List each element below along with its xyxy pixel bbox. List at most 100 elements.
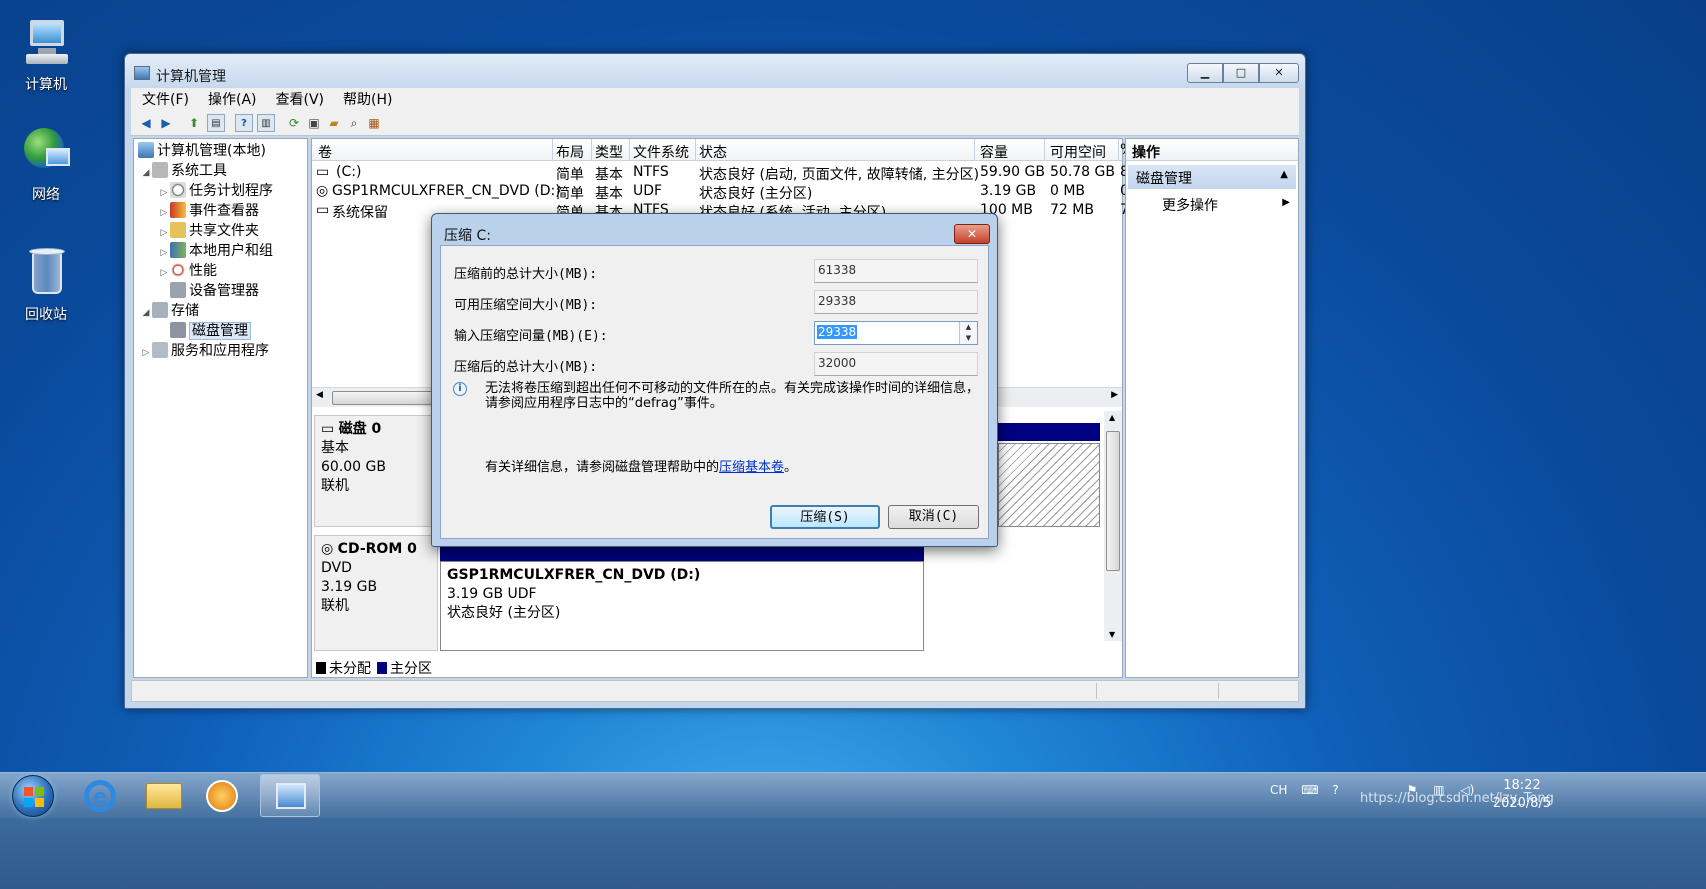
tree-item-services-apps[interactable]: ▷ 服务和应用程序 bbox=[140, 341, 269, 361]
volume-row[interactable]: ▭ (C:) 简单 基本 NTFS 状态良好 (启动, 页面文件, 故障转储, … bbox=[312, 163, 1129, 183]
expander-icon[interactable]: ▷ bbox=[140, 343, 152, 363]
taskbar-computer-management[interactable] bbox=[260, 774, 320, 817]
tree-item-local-users[interactable]: ▷ 本地用户和组 bbox=[158, 241, 273, 261]
volume-row[interactable]: ◎ GSP1RMCULXFRER_CN_DVD (D:) 简单 基本 UDF 状… bbox=[312, 182, 1129, 202]
up-folder-icon[interactable]: ⬆ bbox=[185, 114, 203, 132]
menu-action[interactable]: 操作(A) bbox=[197, 89, 265, 109]
taskbar-explorer[interactable] bbox=[134, 774, 194, 817]
keyboard-icon[interactable]: ⌨ bbox=[1301, 783, 1318, 797]
minimize-button[interactable]: ▁ bbox=[1187, 63, 1223, 83]
taskbar-internet-explorer[interactable]: e bbox=[70, 774, 130, 817]
shrink-amount-label: 输入压缩空间量(MB)(E): bbox=[454, 329, 608, 344]
scroll-up-icon[interactable]: ▲ bbox=[1109, 413, 1115, 422]
disk-type: DVD bbox=[321, 560, 352, 576]
tree-root[interactable]: 计算机管理(本地) bbox=[138, 141, 266, 161]
shrink-dialog: 压缩 C: ✕ 压缩前的总计大小(MB): 61338 可用压缩空间大小(MB)… bbox=[431, 213, 998, 547]
show-hide-tree-icon[interactable]: ▤ bbox=[207, 114, 225, 132]
taskbar: e CH ⌨ ? ⚑ ▥ ◁) https://blog.csdn.net/lz… bbox=[0, 772, 1706, 889]
column-header-capacity[interactable]: 容量 bbox=[980, 142, 1008, 162]
tree-item-storage[interactable]: ◢ 存储 bbox=[140, 301, 199, 321]
taskbar-media-player[interactable] bbox=[192, 774, 252, 817]
open-folder-icon[interactable]: ▰ bbox=[325, 114, 343, 132]
show-hide-action-pane-icon[interactable]: ▥ bbox=[257, 114, 275, 132]
forward-arrow-icon[interactable]: ▶ bbox=[157, 114, 175, 132]
language-indicator[interactable]: CH bbox=[1270, 783, 1287, 797]
legend-swatch-primary bbox=[377, 662, 387, 674]
tree-root-label: 计算机管理(本地) bbox=[157, 143, 266, 159]
desktop-icon-recycle-bin[interactable]: 回收站 bbox=[4, 246, 88, 324]
legend-swatch-unallocated bbox=[316, 662, 326, 674]
tree-item-label: 性能 bbox=[189, 263, 217, 279]
help-icon[interactable]: ? bbox=[235, 114, 253, 132]
volume-type: 基本 bbox=[595, 167, 623, 183]
collapse-icon[interactable]: ▲ bbox=[1280, 169, 1288, 180]
cancel-button[interactable]: 取消(C) bbox=[888, 505, 979, 529]
vertical-scrollbar[interactable]: ▲ ▼ bbox=[1104, 411, 1122, 641]
disk-0-partition-c[interactable] bbox=[998, 443, 1100, 527]
clock-time: 18:22 bbox=[1503, 778, 1541, 793]
column-header-layout[interactable]: 布局 bbox=[556, 142, 584, 162]
start-button[interactable] bbox=[12, 775, 54, 817]
expander-icon[interactable]: ▷ bbox=[158, 223, 170, 243]
actions-section-disk-management[interactable]: 磁盘管理 ▲ bbox=[1128, 165, 1296, 189]
scroll-thumb[interactable] bbox=[332, 391, 442, 405]
scroll-thumb[interactable] bbox=[1106, 431, 1120, 571]
scroll-right-icon[interactable]: ▶ bbox=[1111, 390, 1118, 400]
scroll-down-icon[interactable]: ▼ bbox=[1109, 630, 1115, 639]
title-bar[interactable]: 计算机管理 ▁ □ ✕ bbox=[125, 54, 1305, 88]
desktop-icon-network[interactable]: 网络 bbox=[4, 126, 88, 204]
search-icon[interactable]: ⌕ bbox=[345, 114, 363, 132]
expander-icon[interactable]: ◢ bbox=[140, 303, 152, 323]
maximize-button[interactable]: □ bbox=[1223, 63, 1259, 83]
shrink-button[interactable]: 压缩(S) bbox=[770, 505, 880, 529]
spin-up-icon[interactable]: ▲ bbox=[960, 322, 977, 333]
expander-icon[interactable]: ◢ bbox=[140, 163, 152, 183]
storage-icon bbox=[152, 302, 168, 318]
volume-type: 基本 bbox=[595, 186, 623, 202]
recycle-bin-icon bbox=[20, 246, 72, 298]
cdrom-0-label[interactable]: ◎ CD-ROM 0 DVD 3.19 GB 联机 bbox=[314, 535, 438, 651]
spin-down-icon[interactable]: ▼ bbox=[960, 333, 977, 344]
shrink-amount-value[interactable]: 29338 bbox=[817, 325, 858, 339]
menu-file[interactable]: 文件(F) bbox=[131, 89, 197, 109]
expander-icon[interactable]: ▷ bbox=[158, 263, 170, 283]
column-header-volume[interactable]: 卷 bbox=[318, 142, 332, 162]
volume-name: (C:) bbox=[336, 164, 362, 180]
tree-item-task-scheduler[interactable]: ▷ 任务计划程序 bbox=[158, 181, 273, 201]
desktop-icon-label: 网络 bbox=[32, 187, 60, 203]
clock[interactable]: 18:22 2020/8/5 bbox=[1482, 777, 1562, 813]
close-button[interactable]: ✕ bbox=[1259, 63, 1299, 83]
tree-item-shared-folders[interactable]: ▷ 共享文件夹 bbox=[158, 221, 259, 241]
media-player-icon bbox=[206, 780, 238, 812]
column-header-status[interactable]: 状态 bbox=[699, 142, 727, 162]
column-header-type[interactable]: 类型 bbox=[595, 142, 623, 162]
column-header-filesystem[interactable]: 文件系统 bbox=[633, 142, 689, 162]
menu-help[interactable]: 帮助(H) bbox=[332, 89, 400, 109]
tree-item-performance[interactable]: ▷ 性能 bbox=[158, 261, 217, 281]
expander-icon[interactable]: ▷ bbox=[158, 203, 170, 223]
menu-view[interactable]: 查看(V) bbox=[265, 89, 333, 109]
tree-item-system-tools[interactable]: ◢ 系统工具 bbox=[140, 161, 227, 181]
refresh-icon[interactable]: ⟳ bbox=[285, 114, 303, 132]
help-icon[interactable]: ? bbox=[1332, 783, 1338, 797]
desktop-icon-computer[interactable]: 计算机 bbox=[4, 16, 88, 94]
disk-properties-icon[interactable]: ▦ bbox=[365, 114, 383, 132]
more-actions-link[interactable]: 更多操作 bbox=[1162, 195, 1218, 215]
properties-icon[interactable]: ▣ bbox=[305, 114, 323, 132]
shrink-amount-spinner[interactable]: ▲ ▼ bbox=[959, 322, 977, 344]
dialog-close-button[interactable]: ✕ bbox=[954, 224, 990, 244]
scroll-left-icon[interactable]: ◀ bbox=[316, 390, 323, 400]
cdrom-partition[interactable]: GSP1RMCULXFRER_CN_DVD (D:) 3.19 GB UDF 状… bbox=[440, 561, 924, 651]
partition-name: GSP1RMCULXFRER_CN_DVD (D:) bbox=[447, 567, 701, 583]
expander-icon[interactable]: ▷ bbox=[158, 183, 170, 203]
shrink-basic-volume-link[interactable]: 压缩基本卷 bbox=[719, 460, 784, 475]
back-arrow-icon[interactable]: ◀ bbox=[137, 114, 155, 132]
disk-0-label[interactable]: ▭ 磁盘 0 基本 60.00 GB 联机 bbox=[314, 415, 438, 527]
tree-item-disk-management[interactable]: 磁盘管理 bbox=[158, 321, 251, 341]
tree-item-event-viewer[interactable]: ▷ 事件查看器 bbox=[158, 201, 259, 221]
tree-item-device-manager[interactable]: 设备管理器 bbox=[158, 281, 259, 301]
expander-icon[interactable]: ▷ bbox=[158, 243, 170, 263]
shrink-info-text: 无法将卷压缩到超出任何不可移动的文件所在的点。有关完成该操作时间的详细信息，请参… bbox=[485, 381, 980, 411]
column-header-free-space[interactable]: 可用空间 bbox=[1050, 142, 1106, 162]
shrink-amount-input[interactable]: 29338 ▲ ▼ bbox=[814, 321, 978, 345]
